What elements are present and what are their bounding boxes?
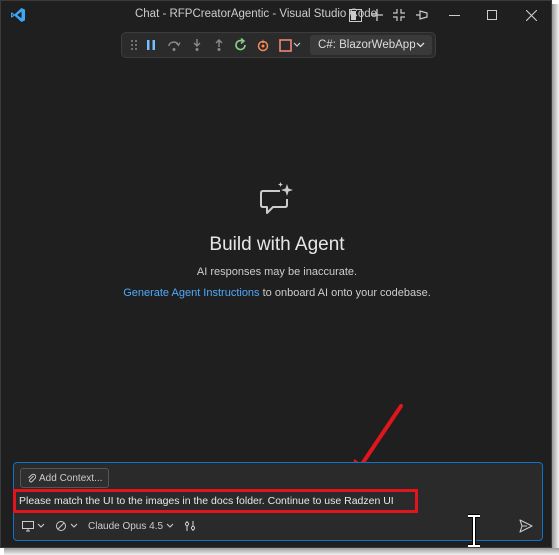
restart-icon[interactable] xyxy=(233,37,249,53)
close-icon[interactable] xyxy=(522,6,540,24)
layout-panel-icon[interactable] xyxy=(346,6,364,24)
chevron-down-icon xyxy=(70,523,78,528)
tools-icon xyxy=(184,521,196,531)
stop-dropdown-chevron-icon[interactable] xyxy=(292,37,302,53)
onboarding-line: Generate Agent Instructions to onboard A… xyxy=(1,287,551,299)
window-shadow-right xyxy=(552,4,559,555)
model-label: Claude Opus 4.5 xyxy=(88,520,164,532)
hot-reload-icon[interactable] xyxy=(255,37,271,53)
text-cursor-icon xyxy=(468,514,480,547)
paperclip-icon xyxy=(28,473,36,483)
debug-target-label: C#: BlazorWebApp xyxy=(318,39,416,51)
window-title: Chat - RFPCreatorAgentic - Visual Studio… xyxy=(134,8,378,20)
chevron-down-icon xyxy=(416,42,425,48)
tools-picker[interactable] xyxy=(55,520,78,532)
chevron-down-icon xyxy=(166,523,174,528)
gripper-icon[interactable] xyxy=(126,37,142,53)
generate-instructions-link[interactable]: Generate Agent Instructions xyxy=(123,287,259,299)
no-tools-icon xyxy=(56,521,66,531)
chat-input-box[interactable]: Add Context... Please match the UI to th… xyxy=(13,462,543,541)
window-shadow-bottom xyxy=(4,548,559,555)
chevron-down-icon xyxy=(37,523,45,528)
send-icon[interactable] xyxy=(518,518,534,534)
title-bar: Chat - RFPCreatorAgentic - Visual Studio… xyxy=(1,1,551,29)
step-out-icon[interactable] xyxy=(211,37,227,53)
step-over-icon[interactable] xyxy=(166,37,182,53)
ai-disclaimer: AI responses may be inaccurate. xyxy=(196,266,358,278)
collapse-icon[interactable] xyxy=(390,6,408,24)
monitor-icon xyxy=(22,520,34,531)
step-into-icon[interactable] xyxy=(189,37,205,53)
debug-toolbar: C#: BlazorWebApp xyxy=(121,32,436,58)
plus-icon[interactable] xyxy=(368,6,386,24)
minimize-icon[interactable] xyxy=(445,6,463,24)
prompt-input[interactable]: Please match the UI to the images in the… xyxy=(19,495,394,507)
add-context-label: Add Context... xyxy=(39,472,103,484)
model-picker[interactable]: Claude Opus 4.5 xyxy=(88,521,174,532)
stop-icon[interactable] xyxy=(277,37,293,53)
chat-sparkle-icon xyxy=(260,182,293,214)
welcome-title: Build with Agent xyxy=(209,234,345,255)
configure-tools-button[interactable] xyxy=(184,520,196,532)
add-context-button[interactable]: Add Context... xyxy=(20,468,110,488)
pause-icon[interactable] xyxy=(143,37,159,53)
onboarding-suffix: to onboard AI onto your codebase. xyxy=(259,287,431,299)
debug-target-select[interactable]: C#: BlazorWebApp xyxy=(310,35,432,55)
vscode-window: Chat - RFPCreatorAgentic - Visual Studio… xyxy=(0,0,552,548)
chat-input-controls: Claude Opus 4.5 xyxy=(22,518,196,534)
maximize-icon[interactable] xyxy=(483,6,501,24)
pin-icon[interactable] xyxy=(412,6,430,24)
agent-mode-picker[interactable] xyxy=(22,520,45,532)
